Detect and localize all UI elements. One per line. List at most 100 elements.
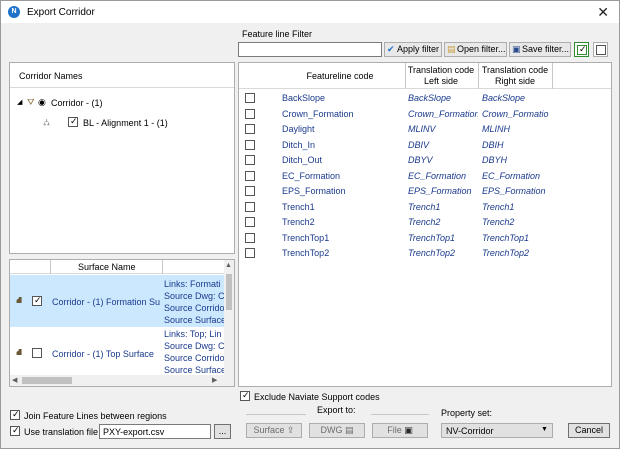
- featureline-row[interactable]: Ditch_Out DBYV DBYH: [239, 153, 611, 168]
- translation-file-value: PXY-export.csv: [103, 427, 165, 437]
- join-feature-lines-checkbox[interactable]: [10, 409, 20, 420]
- cancel-button[interactable]: Cancel: [568, 423, 610, 438]
- left-translation-code[interactable]: EC_Formation: [408, 171, 478, 181]
- save-filter-button[interactable]: ▣Save filter...: [509, 42, 571, 57]
- baseline-checkbox[interactable]: [68, 116, 78, 127]
- translation-file-input[interactable]: PXY-export.csv: [99, 424, 211, 439]
- featureline-checkbox[interactable]: [245, 170, 255, 181]
- chevron-down-icon: ▼: [541, 426, 548, 433]
- left-translation-code[interactable]: BackSlope: [408, 93, 478, 103]
- right-translation-code[interactable]: DBYH: [482, 155, 552, 165]
- featureline-checkbox[interactable]: [245, 124, 255, 134]
- save-icon: ▣: [512, 44, 521, 54]
- right-translation-code[interactable]: TrenchTop1: [482, 233, 552, 243]
- featureline-checkbox[interactable]: [245, 93, 255, 103]
- surface-checkbox[interactable]: [32, 295, 42, 306]
- left-translation-code[interactable]: Crown_Formation: [408, 109, 478, 119]
- browse-button[interactable]: ...: [214, 424, 231, 439]
- surface-info-line: Source Surface: [164, 315, 224, 325]
- right-side-header-line1: Translation code: [481, 65, 549, 75]
- join-feature-lines-label[interactable]: Join Feature Lines between regions: [24, 411, 167, 421]
- right-translation-code[interactable]: MLINH: [482, 124, 552, 134]
- surface-info-line: Source Corrido: [164, 303, 224, 313]
- filter-input[interactable]: [238, 42, 382, 57]
- left-translation-code[interactable]: MLINV: [408, 124, 478, 134]
- left-translation-code[interactable]: TrenchTop1: [408, 233, 478, 243]
- export-dwg-button[interactable]: DWG ▤: [309, 423, 365, 438]
- scroll-up-icon[interactable]: ▲: [225, 262, 232, 269]
- export-file-button[interactable]: File ▣: [372, 423, 428, 438]
- export-surface-button[interactable]: Surface ⇪: [246, 423, 302, 438]
- corridor-tree-panel: Corridor Names ◢ ⛛ ◉ Corridor - (1) ⛼ BL…: [9, 62, 235, 254]
- surface-row[interactable]: ⛘ Corridor - (1) Formation Su Links: For…: [10, 275, 224, 327]
- property-set-select[interactable]: NV-Corridor ▼: [441, 423, 553, 438]
- feature-line-filter-label: Feature line Filter: [242, 29, 313, 39]
- featureline-row[interactable]: Trench2 Trench2 Trench2: [239, 215, 611, 230]
- close-icon[interactable]: ✕: [597, 4, 609, 21]
- radio-corridor[interactable]: ◉: [38, 97, 46, 108]
- featureline-checkbox[interactable]: [245, 108, 255, 119]
- clear-all-toggle[interactable]: [593, 42, 608, 57]
- vertical-scroll-thumb[interactable]: [226, 274, 232, 310]
- use-translation-file-label[interactable]: Use translation file: [24, 427, 98, 437]
- left-translation-code[interactable]: Trench1: [408, 202, 478, 212]
- exclude-support-codes-label[interactable]: Exclude Naviate Support codes: [254, 392, 380, 402]
- surface-info-line: Source Corrido: [164, 353, 224, 363]
- left-translation-code[interactable]: DBYV: [408, 155, 478, 165]
- left-translation-code[interactable]: Trench2: [408, 217, 478, 227]
- surface-checkbox[interactable]: [32, 348, 42, 358]
- right-translation-code[interactable]: TrenchTop2: [482, 248, 552, 258]
- left-side-header-line1: Translation code: [407, 65, 475, 75]
- export-corridor-dialog: N Export Corridor ✕ Feature line Filter …: [0, 0, 620, 449]
- featureline-checkbox[interactable]: [245, 155, 255, 165]
- featureline-row[interactable]: Ditch_In DBIV DBIH: [239, 138, 611, 153]
- vertical-scrollbar[interactable]: ▲: [224, 260, 234, 375]
- featureline-row[interactable]: EC_Formation EC_Formation EC_Formation: [239, 169, 611, 184]
- right-translation-code[interactable]: DBIH: [482, 140, 552, 150]
- featureline-row[interactable]: Daylight MLINV MLINH: [239, 122, 611, 137]
- featureline-code: Daylight: [282, 124, 315, 134]
- featureline-row[interactable]: TrenchTop2 TrenchTop2 TrenchTop2: [239, 246, 611, 261]
- apply-filter-button[interactable]: ✔ Apply filter: [384, 42, 442, 57]
- surface-row[interactable]: ⛘ Corridor - (1) Top Surface Links: Top;…: [10, 327, 224, 375]
- right-translation-code[interactable]: Crown_Formatio: [482, 109, 552, 119]
- open-filter-button[interactable]: ▤Open filter...: [444, 42, 507, 57]
- title-bar: N Export Corridor ✕: [1, 1, 619, 23]
- featureline-checkbox[interactable]: [245, 248, 255, 258]
- left-translation-code[interactable]: EPS_Formation: [408, 186, 478, 196]
- featureline-checkbox[interactable]: [245, 139, 255, 150]
- scroll-right-icon[interactable]: ▶: [212, 376, 217, 384]
- surface-info-line: Source Dwg: C: [164, 291, 224, 301]
- featureline-row[interactable]: Crown_Formation Crown_Formation Crown_Form…: [239, 107, 611, 122]
- surface-info-line: Source Surface: [164, 365, 224, 375]
- right-translation-code[interactable]: EC_Formation: [482, 171, 552, 181]
- baseline-label[interactable]: BL - Alignment 1 - (1): [83, 118, 168, 128]
- select-all-toggle[interactable]: [574, 42, 589, 57]
- left-translation-code[interactable]: DBIV: [408, 140, 478, 150]
- open-filter-label: Open filter...: [457, 44, 506, 54]
- featureline-row[interactable]: Trench1 Trench1 Trench1: [239, 200, 611, 215]
- featureline-row[interactable]: EPS_Formation EPS_Formation EPS_Formation: [239, 184, 611, 199]
- featureline-checkbox[interactable]: [245, 201, 255, 212]
- featureline-checkbox[interactable]: [245, 232, 255, 243]
- horizontal-scrollbar[interactable]: ◀ ▶: [10, 375, 234, 386]
- right-translation-code[interactable]: Trench1: [482, 202, 552, 212]
- left-translation-code[interactable]: TrenchTop2: [408, 248, 478, 258]
- horizontal-scroll-thumb[interactable]: [22, 377, 72, 384]
- featureline-table-header: Featureline code Translation code Left s…: [239, 63, 611, 89]
- featureline-checkbox[interactable]: [245, 217, 255, 227]
- featureline-checkbox[interactable]: [245, 186, 255, 196]
- featureline-row[interactable]: TrenchTop1 TrenchTop1 TrenchTop1: [239, 231, 611, 246]
- surface-name: Corridor - (1) Formation Su: [52, 297, 161, 307]
- right-translation-code[interactable]: BackSlope: [482, 93, 552, 103]
- right-translation-code[interactable]: EPS_Formation: [482, 186, 552, 196]
- surface-info-line: Links: Top; Lin: [164, 329, 222, 339]
- right-translation-code[interactable]: Trench2: [482, 217, 552, 227]
- corridor-root-label[interactable]: Corridor - (1): [51, 98, 103, 108]
- use-translation-file-checkbox[interactable]: [10, 425, 20, 436]
- featureline-row[interactable]: BackSlope BackSlope BackSlope: [239, 91, 611, 106]
- scroll-left-icon[interactable]: ◀: [12, 376, 17, 384]
- exclude-support-codes-checkbox[interactable]: [240, 390, 250, 401]
- naviate-app-icon: N: [8, 6, 20, 18]
- expand-arrow-icon[interactable]: ◢: [17, 98, 22, 106]
